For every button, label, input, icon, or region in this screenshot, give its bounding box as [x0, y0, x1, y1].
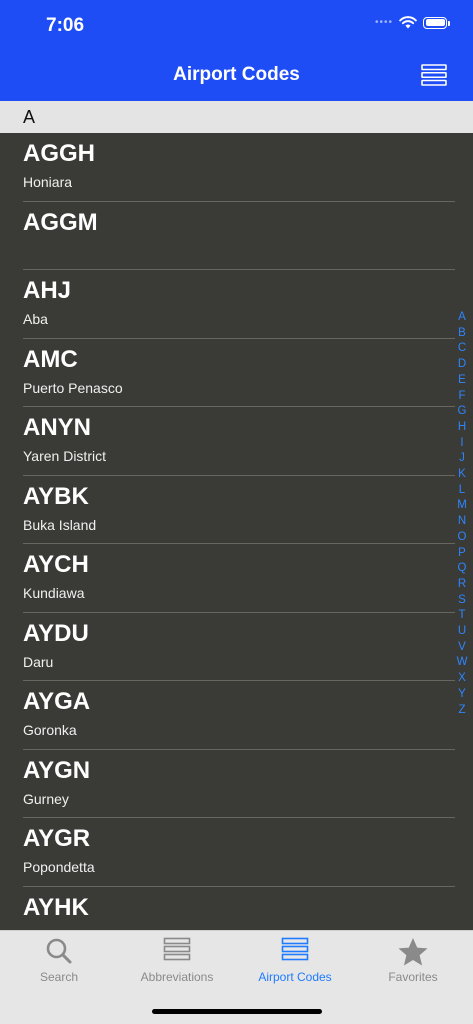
airport-city: Gurney: [23, 790, 69, 807]
tab-airport-codes[interactable]: Airport Codes: [236, 931, 354, 991]
airport-city: Puerto Penasco: [23, 379, 123, 396]
airport-city: Yaren District: [23, 448, 106, 464]
list-item[interactable]: AYGA Goronka: [0, 681, 473, 750]
navigation-bar: 7:06 •••• Airport Codes: [0, 0, 473, 101]
index-letter[interactable]: Y: [458, 687, 466, 703]
airport-code: AYGR: [23, 825, 91, 852]
index-letter[interactable]: O: [458, 530, 467, 546]
index-letter[interactable]: K: [458, 467, 466, 483]
list-item[interactable]: AYHK: [0, 887, 473, 931]
list-item[interactable]: AGGH Honiara: [0, 133, 473, 202]
index-letter[interactable]: Q: [458, 561, 467, 577]
home-indicator: [152, 1009, 322, 1014]
airport-code: AYGN: [23, 756, 91, 784]
tab-label: Airport Codes: [258, 970, 332, 984]
airport-code: AYCH: [23, 551, 89, 578]
airport-code: ANYN: [23, 414, 92, 441]
list-item[interactable]: AYCH Kundiawa: [0, 544, 473, 613]
airport-list[interactable]: AGGH Honiara AGGM AHJ Aba AMC Puerto Penasco AN…: [0, 133, 473, 930]
index-letter[interactable]: I: [460, 436, 463, 452]
tab-search[interactable]: Search: [0, 931, 118, 991]
index-letter[interactable]: X: [458, 671, 466, 687]
airport-code: AYDU: [23, 619, 89, 647]
signal-icon: ••••: [374, 17, 393, 28]
list-item[interactable]: ANYN Yaren District: [0, 407, 473, 476]
list-item[interactable]: AGGM: [0, 202, 473, 270]
airport-code: AYBK: [23, 482, 89, 510]
index-letter[interactable]: V: [458, 640, 466, 656]
status-icons: ••••: [374, 16, 450, 29]
tab-label: Abbreviations: [140, 970, 214, 984]
tab-abbreviations[interactable]: Abbreviations: [118, 931, 236, 991]
list-item[interactable]: AHJ Aba: [0, 270, 473, 339]
list-icon: [281, 937, 309, 966]
airport-city: Honiara: [23, 174, 73, 190]
tab-favorites[interactable]: Favorites: [354, 931, 472, 991]
battery-icon: [423, 16, 450, 29]
status-time: 7:06: [46, 15, 85, 36]
list-item[interactable]: AYGR Popondetta: [0, 818, 473, 887]
menu-button[interactable]: [421, 64, 447, 86]
index-letter[interactable]: G: [458, 404, 467, 420]
index-letter[interactable]: U: [458, 624, 466, 640]
airport-city: Aba: [23, 311, 48, 327]
list-icon: [163, 937, 191, 966]
index-letter[interactable]: T: [458, 608, 465, 624]
index-letter[interactable]: C: [458, 341, 466, 357]
index-letter[interactable]: H: [458, 420, 466, 436]
tab-label: Search: [39, 970, 79, 984]
index-letter[interactable]: A: [458, 310, 466, 326]
airport-code: AMC: [23, 345, 78, 373]
index-letter[interactable]: D: [458, 357, 466, 373]
index-letter[interactable]: N: [458, 514, 466, 530]
index-letter[interactable]: M: [457, 498, 467, 514]
alphabet-index[interactable]: ABCDEFGHIJKLMNOPQRSTUVWXYZ: [455, 310, 469, 718]
airport-code: AYGA: [23, 688, 91, 715]
star-icon: [397, 937, 429, 972]
index-letter[interactable]: L: [459, 483, 465, 499]
index-letter[interactable]: F: [458, 389, 465, 405]
list-item[interactable]: AYDU Daru: [0, 613, 473, 681]
section-letter: A: [23, 107, 36, 127]
airport-code: AGGM: [23, 208, 98, 236]
airport-code: AHJ: [23, 277, 72, 304]
index-letter[interactable]: J: [459, 451, 465, 467]
list-item[interactable]: AMC Puerto Penasco: [0, 339, 473, 407]
section-header: A: [0, 101, 473, 133]
airport-city: Popondetta: [23, 859, 95, 875]
airport-city: Kundiawa: [23, 585, 85, 601]
index-letter[interactable]: W: [457, 655, 468, 671]
index-letter[interactable]: B: [458, 326, 466, 342]
list-item[interactable]: AYGN Gurney: [0, 750, 473, 818]
index-letter[interactable]: S: [458, 593, 466, 609]
search-icon: [45, 937, 73, 970]
tab-label: Favorites: [388, 970, 438, 984]
airport-code: AYHK: [23, 893, 89, 921]
index-letter[interactable]: Z: [458, 703, 465, 719]
list-icon: [421, 64, 447, 86]
airport-city: Buka Island: [23, 516, 97, 533]
airport-code: AGGH: [23, 140, 95, 167]
wifi-icon: [399, 16, 417, 29]
index-letter[interactable]: R: [458, 577, 466, 593]
index-letter[interactable]: P: [458, 546, 466, 562]
airport-city: Goronka: [23, 722, 77, 738]
page-title: Airport Codes: [173, 64, 300, 85]
index-letter[interactable]: E: [458, 373, 466, 389]
list-item[interactable]: AYBK Buka Island: [0, 476, 473, 544]
airport-city: Daru: [23, 653, 54, 670]
